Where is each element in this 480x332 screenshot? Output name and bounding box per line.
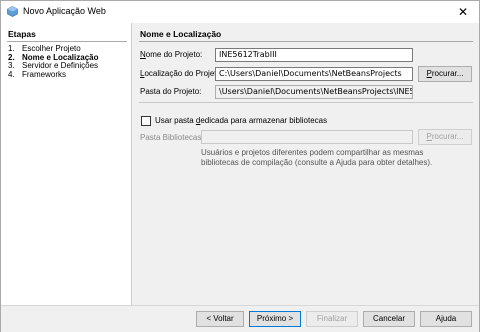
section-title: Nome e Localização [140,29,222,39]
help-button[interactable]: Ajuda [420,311,472,327]
section-divider [139,41,473,42]
step-label: Frameworks [22,69,67,79]
dedicated-folder-checkbox[interactable] [141,116,151,126]
dedicated-folder-label: Usar pasta dedicada para armazenar bibli… [155,116,328,125]
steps-panel: Etapas 1. Escolher Projeto 2. Nome e Local… [1,23,132,305]
steps-header: Etapas [8,29,36,39]
step-item-frameworks: 4. Frameworks [8,69,98,80]
help-line-2: bibliotecas de compilação (consulte a Aj… [201,158,433,167]
project-location-label: Localização do Projeto: [140,69,224,78]
help-line-1: Usuários e projetos diferentes podem com… [201,148,424,157]
close-icon: ✕ [457,5,469,19]
libraries-folder-label: Pasta Bibliotecas: [140,133,204,142]
back-button[interactable]: < Voltar [196,311,244,327]
project-location-input[interactable]: C:\Users\Daniel\Documents\NetBeansProjec… [215,67,413,81]
window-title: Novo Aplicação Web [23,6,106,16]
steps-divider [7,41,127,42]
next-button[interactable]: Próximo > [249,311,301,327]
netbeans-app-icon [7,6,18,17]
finish-button[interactable]: Finalizar [306,311,358,327]
content-panel: Nome e Localização Nome do Projeto: INE5… [133,23,479,305]
project-folder-label: Pasta do Projeto: [140,87,202,96]
cancel-button[interactable]: Cancelar [363,311,415,327]
browse-location-button[interactable]: Procurar... [418,66,472,82]
title-bar: Novo Aplicação Web ✕ [1,1,479,23]
libraries-folder-input[interactable] [201,130,413,144]
browse-libraries-button[interactable]: Procurar... [418,129,472,145]
steps-list: 1. Escolher Projeto 2. Nome e Localização … [8,44,98,80]
libraries-help-text: Usuários e projetos diferentes podem com… [201,148,471,168]
step-number: 4. [8,69,15,79]
project-name-label: Nome do Projeto: [140,50,203,59]
form-separator [139,102,473,103]
project-name-input[interactable]: INE5612TrabIII [215,48,413,62]
project-folder-field: \Users\Daniel\Documents\NetBeansProjects… [215,85,413,99]
button-bar: < Voltar Próximo > Finalizar Cancelar Aj… [1,305,479,332]
close-button[interactable]: ✕ [455,4,471,20]
dialog-window: Novo Aplicação Web ✕ Etapas 1. Escolher P… [0,0,480,332]
